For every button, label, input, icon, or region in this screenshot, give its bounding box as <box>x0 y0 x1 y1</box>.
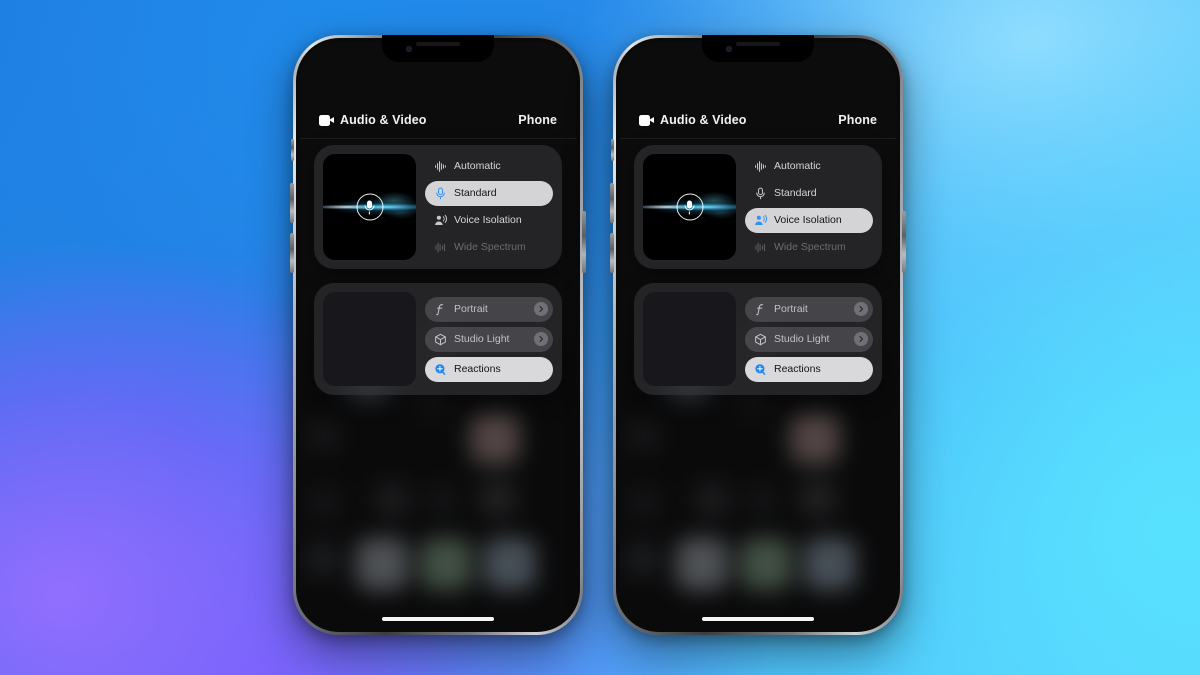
f-stop-icon <box>754 303 767 316</box>
phone-right: Audio & Video Phone Automatic Standard Voice… <box>610 35 906 635</box>
volume-down-button[interactable] <box>290 233 294 273</box>
wide-waveform-icon <box>754 241 767 254</box>
phone-notch <box>702 35 814 62</box>
page-title: Audio & Video <box>660 113 747 127</box>
option-label: Automatic <box>454 160 501 173</box>
option-voice-isolation[interactable]: Voice Isolation <box>425 208 553 233</box>
wide-waveform-icon <box>434 241 447 254</box>
option-studio-light[interactable]: Studio Light <box>745 326 873 352</box>
silence-switch[interactable] <box>291 139 294 161</box>
chevron-right-icon[interactable] <box>534 302 548 316</box>
video-effects-panel: Portrait Studio Light Reactions <box>634 283 882 395</box>
option-label: Standard <box>454 187 497 200</box>
mic-mode-panel: Automatic Standard Voice Isolation Wide Spe… <box>314 145 562 269</box>
option-reactions[interactable]: Reactions <box>425 356 553 382</box>
person-waves-icon <box>754 214 767 227</box>
volume-up-button[interactable] <box>290 183 294 223</box>
option-studio-light[interactable]: Studio Light <box>425 326 553 352</box>
option-wide-spectrum[interactable]: Wide Spectrum <box>745 235 873 260</box>
power-button[interactable] <box>902 211 906 273</box>
option-wide-spectrum[interactable]: Wide Spectrum <box>425 235 553 260</box>
active-source-label: Phone <box>838 113 877 127</box>
microphone-icon <box>356 193 383 221</box>
video-effects-panel: Portrait Studio Light Reactions <box>314 283 562 395</box>
microphone-icon <box>676 193 703 221</box>
chevron-right-icon[interactable] <box>534 332 548 346</box>
header-divider <box>620 138 896 139</box>
phone-screen: Audio & Video Phone Automatic Standard Voice… <box>620 42 896 628</box>
header-divider <box>300 138 576 139</box>
option-standard[interactable]: Standard <box>745 181 873 206</box>
earpiece-speaker <box>736 42 780 46</box>
waveform-icon <box>434 160 447 173</box>
option-label: Studio Light <box>774 332 830 345</box>
option-automatic[interactable]: Automatic <box>745 154 873 179</box>
option-label: Studio Light <box>454 332 510 345</box>
active-source-label: Phone <box>518 113 557 127</box>
cube-icon <box>434 333 447 346</box>
phone-notch <box>382 35 494 62</box>
mic-preview-thumbnail <box>643 154 736 260</box>
mic-preview-thumbnail <box>323 154 416 260</box>
home-indicator[interactable] <box>702 617 814 621</box>
page-title: Audio & Video <box>340 113 427 127</box>
phone-screen: Audio & Video Phone Automatic Standard Voice… <box>300 42 576 628</box>
option-standard[interactable]: Standard <box>425 181 553 206</box>
option-label: Reactions <box>454 362 501 375</box>
silence-switch[interactable] <box>611 139 614 161</box>
person-waves-icon <box>434 214 447 227</box>
chevron-right-icon[interactable] <box>854 332 868 346</box>
option-portrait[interactable]: Portrait <box>425 296 553 322</box>
video-effect-options: Portrait Studio Light Reactions <box>745 292 873 386</box>
video-camera-icon <box>639 114 654 126</box>
front-camera-icon <box>406 46 412 52</box>
video-preview-thumbnail <box>323 292 416 386</box>
microphone-icon <box>754 187 767 200</box>
chevron-right-icon[interactable] <box>854 302 868 316</box>
home-indicator[interactable] <box>382 617 494 621</box>
waveform-icon <box>754 160 767 173</box>
reactions-icon <box>754 363 767 376</box>
option-reactions[interactable]: Reactions <box>745 356 873 382</box>
option-voice-isolation[interactable]: Voice Isolation <box>745 208 873 233</box>
mic-mode-options: Automatic Standard Voice Isolation Wide Spe… <box>745 154 873 260</box>
control-center-header: Audio & Video Phone <box>300 106 576 134</box>
option-label: Reactions <box>774 362 821 375</box>
option-label: Voice Isolation <box>454 214 522 227</box>
phone-left: Audio & Video Phone Automatic Standard Voice… <box>290 35 586 635</box>
mic-mode-panel: Automatic Standard Voice Isolation Wide Spe… <box>634 145 882 269</box>
volume-up-button[interactable] <box>610 183 614 223</box>
volume-down-button[interactable] <box>610 233 614 273</box>
control-center-header: Audio & Video Phone <box>620 106 896 134</box>
video-preview-thumbnail <box>643 292 736 386</box>
video-camera-icon <box>319 114 334 126</box>
video-effect-options: Portrait Studio Light Reactions <box>425 292 553 386</box>
front-camera-icon <box>726 46 732 52</box>
option-label: Portrait <box>454 302 488 315</box>
option-label: Wide Spectrum <box>774 241 846 254</box>
power-button[interactable] <box>582 211 586 273</box>
option-label: Portrait <box>774 302 808 315</box>
option-portrait[interactable]: Portrait <box>745 296 873 322</box>
option-automatic[interactable]: Automatic <box>425 154 553 179</box>
option-label: Automatic <box>774 160 821 173</box>
wallpaper-background: Audio & Video Phone Automatic Standard Voice… <box>0 0 1200 675</box>
reactions-icon <box>434 363 447 376</box>
earpiece-speaker <box>416 42 460 46</box>
option-label: Standard <box>774 187 817 200</box>
cube-icon <box>754 333 767 346</box>
option-label: Voice Isolation <box>774 214 842 227</box>
microphone-icon <box>434 187 447 200</box>
option-label: Wide Spectrum <box>454 241 526 254</box>
mic-mode-options: Automatic Standard Voice Isolation Wide Spe… <box>425 154 553 260</box>
f-stop-icon <box>434 303 447 316</box>
